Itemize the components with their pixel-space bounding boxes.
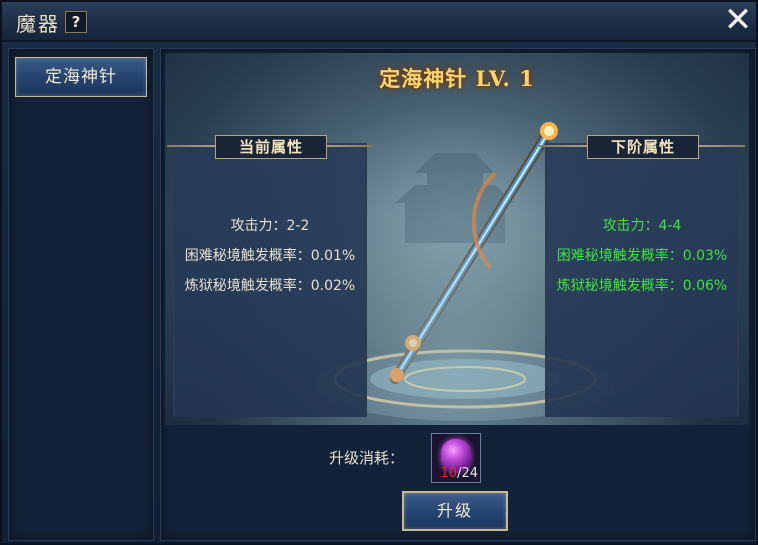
- help-button[interactable]: ?: [65, 11, 87, 33]
- sidebar-item-dinghai-shenzhen[interactable]: 定海神针: [15, 57, 147, 97]
- close-button[interactable]: ✕: [722, 3, 754, 37]
- current-purgatory-realm-rate: 炼狱秘境触发概率：0.02%: [184, 278, 356, 294]
- current-attributes-header: 当前属性: [167, 135, 373, 159]
- artifact-main-panel: 定海神针 LV. 1 当前属性 攻击力：2-2 困难秘境触发概率：0.01% 炼…: [160, 48, 756, 541]
- current-attributes-panel: 当前属性 攻击力：2-2 困难秘境触发概率：0.01% 炼狱秘境触发概率：0.0…: [167, 135, 373, 417]
- artifact-scene: 定海神针 LV. 1 当前属性 攻击力：2-2 困难秘境触发概率：0.01% 炼…: [165, 53, 749, 425]
- next-attributes-header: 下阶属性: [539, 135, 745, 159]
- next-attributes-title: 下阶属性: [587, 135, 699, 159]
- upgrade-cost-label: 升级消耗：: [329, 449, 405, 467]
- artifact-sidebar: 定海神针: [8, 48, 154, 541]
- material-have: 10: [440, 466, 458, 481]
- next-hard-realm-rate: 困难秘境触发概率：0.03%: [556, 248, 728, 264]
- current-attributes-title: 当前属性: [215, 135, 327, 159]
- upgrade-material-slot[interactable]: 10/24: [431, 433, 481, 483]
- close-icon: ✕: [723, 0, 753, 40]
- title-bar: 魔器 ? ✕: [2, 2, 756, 42]
- current-attack: 攻击力：2-2: [230, 218, 310, 234]
- next-purgatory-realm-rate: 炼狱秘境触发概率：0.06%: [556, 278, 728, 294]
- artifact-window: 魔器 ? ✕ 定海神针 定海神针 LV. 1 当前属性 攻击力：2-2 困难秘境…: [0, 0, 758, 545]
- material-need: 24: [461, 466, 478, 481]
- material-count: 10/24: [441, 466, 478, 481]
- current-hard-realm-rate: 困难秘境触发概率：0.01%: [184, 248, 356, 264]
- next-attack: 攻击力：4-4: [602, 218, 682, 234]
- artifact-level-title: 定海神针 LV. 1: [379, 66, 535, 91]
- window-title: 魔器: [16, 12, 60, 36]
- upgrade-button[interactable]: 升级: [402, 491, 508, 531]
- next-attributes-panel: 下阶属性 攻击力：4-4 困难秘境触发概率：0.03% 炼狱秘境触发概率：0.0…: [539, 135, 745, 417]
